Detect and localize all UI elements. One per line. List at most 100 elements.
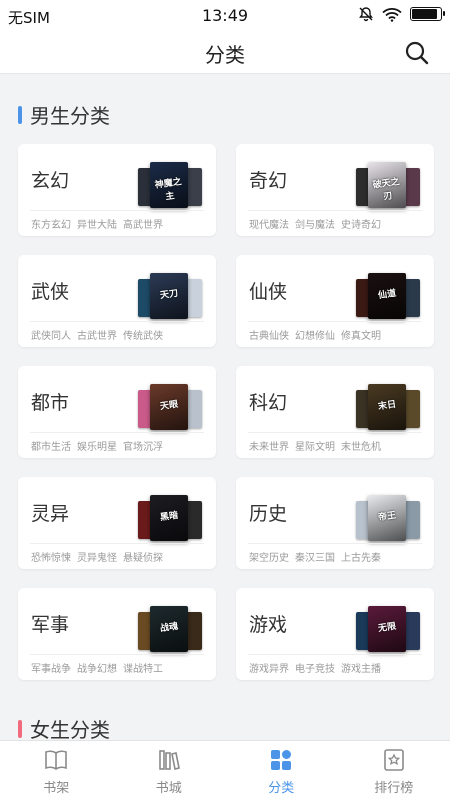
category-card[interactable]: 科幻 末日 未来世界 星际文明 末世危机 (236, 366, 434, 458)
book-cover-title: 末日 (377, 399, 397, 413)
category-tag[interactable]: 高武世界 (123, 220, 163, 231)
book-cover-title: 无限 (377, 621, 397, 635)
category-tag[interactable]: 悬疑侦探 (123, 553, 163, 564)
category-tag[interactable]: 恐怖惊悚 (31, 553, 71, 564)
section-header-male: 男生分类 (18, 100, 110, 129)
tab-label: 书城 (155, 781, 182, 796)
category-name: 灵异 (31, 503, 70, 525)
section-title: 女生分类 (30, 718, 110, 740)
category-tag[interactable]: 末世危机 (341, 442, 381, 453)
divider (30, 654, 204, 655)
category-tag[interactable]: 秦汉三国 (295, 553, 335, 564)
category-tag[interactable]: 都市生活 (31, 442, 71, 453)
category-tag[interactable]: 谍战特工 (123, 664, 163, 675)
category-tag[interactable]: 幻想修仙 (295, 331, 335, 342)
category-tag[interactable]: 游戏主播 (341, 664, 381, 675)
library-icon (158, 750, 180, 770)
tab-label: 排行榜 (374, 781, 414, 796)
category-tag[interactable]: 史诗奇幻 (341, 220, 381, 231)
category-tag[interactable]: 架空历史 (249, 553, 289, 564)
category-tag[interactable]: 电子竞技 (295, 664, 335, 675)
book-cover-title: 破天之刃 (372, 177, 401, 203)
category-card[interactable]: 游戏 无限游戏异界 电子竞技 游戏主播 (236, 588, 434, 680)
section-accent-bar (18, 719, 22, 738)
bookshelf-icon (45, 750, 68, 770)
category-tags: 武侠同人 古武世界 传统武侠 (31, 327, 169, 342)
category-tag[interactable]: 星际文明 (295, 442, 335, 453)
section-header-female: 女生分类 (18, 714, 110, 740)
category-tag[interactable]: 上古先秦 (341, 553, 381, 564)
category-tags: 未来世界 星际文明 末世危机 (249, 438, 387, 453)
divider (248, 321, 422, 322)
category-tag[interactable]: 游戏异界 (249, 664, 289, 675)
category-name: 武侠 (31, 281, 70, 303)
tab-category[interactable]: 分类 (225, 741, 338, 800)
divider (30, 210, 204, 211)
tab-bookshelf[interactable]: 书架 (0, 741, 113, 800)
category-tag[interactable]: 武侠同人 (31, 331, 71, 342)
book-covers: 神魔之主 (138, 162, 202, 208)
book-covers: 仙道 (356, 273, 420, 319)
category-tags: 古典仙侠 幻想修仙 修真文明 (249, 327, 387, 342)
category-tags: 架空历史 秦汉三国 上古先秦 (249, 549, 387, 564)
book-cover-title: 天刀 (159, 288, 179, 302)
category-card[interactable]: 玄幻 神魔之主东方玄幻 异世大陆 高武世界 (18, 144, 216, 236)
category-tag[interactable]: 古武世界 (77, 331, 117, 342)
book-cover-center: 帝王 (368, 495, 406, 541)
category-name: 仙侠 (249, 281, 288, 303)
page-title: 分类 (205, 43, 245, 67)
mute-icon (359, 7, 373, 22)
divider (248, 654, 422, 655)
tab-library[interactable]: 书城 (113, 741, 226, 800)
tab-ranking[interactable]: 排行榜 (338, 741, 450, 800)
category-tag[interactable]: 现代魔法 (249, 220, 289, 231)
wifi-icon (382, 7, 402, 22)
category-tag[interactable]: 剑与魔法 (295, 220, 335, 231)
book-cover-title: 黑暗 (159, 510, 179, 524)
book-cover-center: 破天之刃 (368, 162, 406, 208)
category-card[interactable]: 军事 战魂 军事战争 战争幻想 谍战特工 (18, 588, 216, 680)
bottom-tab-bar: 书架 书城 分类 排行榜 (0, 740, 450, 800)
category-name: 游戏 (249, 614, 288, 636)
category-name: 奇幻 (249, 170, 288, 192)
category-tag[interactable]: 东方玄幻 (31, 220, 71, 231)
category-card[interactable]: 武侠 天刀武侠同人 古武世界 传统武侠 (18, 255, 216, 347)
category-tag[interactable]: 异世大陆 (77, 220, 117, 231)
book-cover-center: 黑暗 (150, 495, 188, 541)
category-name: 军事 (31, 614, 70, 636)
category-tags: 游戏异界 电子竞技 游戏主播 (249, 660, 387, 675)
book-covers: 无限 (356, 606, 420, 652)
book-cover-center: 天刀 (150, 273, 188, 319)
category-tag[interactable]: 战争幻想 (77, 664, 117, 675)
category-tag[interactable]: 灵异鬼怪 (77, 553, 117, 564)
book-covers: 破天之刃 (356, 162, 420, 208)
category-tag[interactable]: 修真文明 (341, 331, 381, 342)
category-tag[interactable]: 军事战争 (31, 664, 71, 675)
category-tag[interactable]: 娱乐明星 (77, 442, 117, 453)
category-card[interactable]: 仙侠 仙道古典仙侠 幻想修仙 修真文明 (236, 255, 434, 347)
divider (30, 432, 204, 433)
category-card[interactable]: 都市 天眼 都市生活 娱乐明星 官场沉浮 (18, 366, 216, 458)
category-card[interactable]: 奇幻 破天之刃现代魔法 剑与魔法 史诗奇幻 (236, 144, 434, 236)
category-card[interactable]: 历史 帝王 架空历史 秦汉三国 上古先秦 (236, 477, 434, 569)
search-icon[interactable] (404, 40, 430, 66)
book-cover-title: 帝王 (377, 510, 397, 524)
category-card[interactable]: 灵异 黑暗恐怖惊悚 灵异鬼怪 悬疑侦探 (18, 477, 216, 569)
category-tags: 东方玄幻 异世大陆 高武世界 (31, 216, 169, 231)
divider (30, 543, 204, 544)
category-tag[interactable]: 官场沉浮 (123, 442, 163, 453)
book-cover-center: 末日 (368, 384, 406, 430)
category-name: 玄幻 (31, 170, 70, 192)
book-covers: 天刀 (138, 273, 202, 319)
category-tag[interactable]: 古典仙侠 (249, 331, 289, 342)
section-accent-bar (18, 105, 22, 124)
book-cover-center: 天眼 (150, 384, 188, 430)
tab-label: 分类 (268, 781, 295, 796)
category-content[interactable]: 男生分类 玄幻 神魔之主东方玄幻 异世大陆 高武世界 奇幻 破天之刃现代魔法 剑与魔法 史诗奇… (0, 74, 450, 740)
category-tags: 现代魔法 剑与魔法 史诗奇幻 (249, 216, 387, 231)
book-cover-center: 神魔之主 (150, 162, 188, 208)
category-tags: 恐怖惊悚 灵异鬼怪 悬疑侦探 (31, 549, 169, 564)
category-tag[interactable]: 未来世界 (249, 442, 289, 453)
category-tag[interactable]: 传统武侠 (123, 331, 163, 342)
divider (248, 210, 422, 211)
